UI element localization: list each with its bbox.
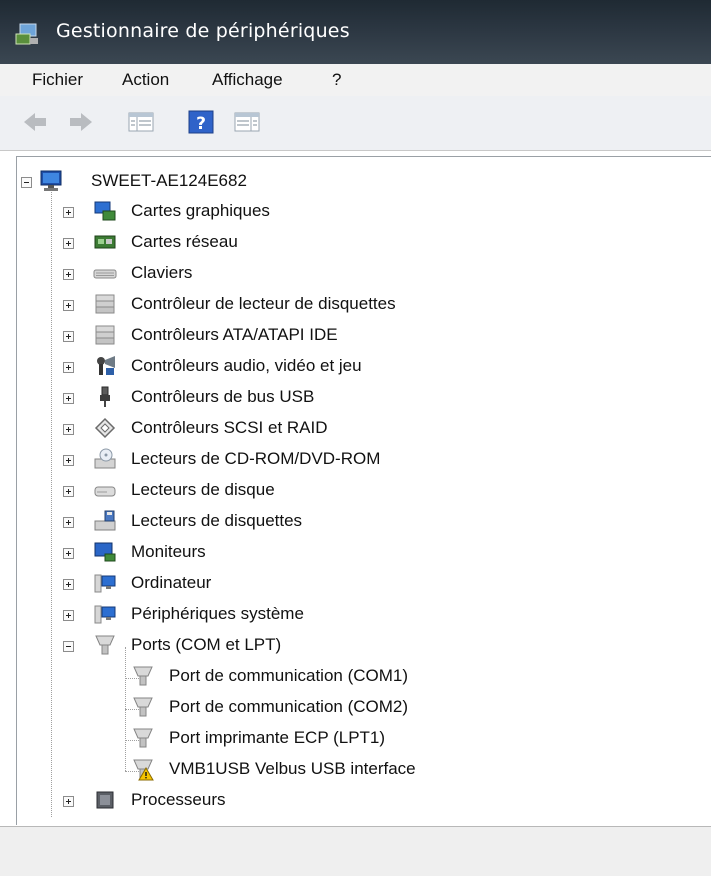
port-icon	[133, 728, 153, 748]
network-card-icon	[94, 235, 116, 249]
monitor-icon	[94, 542, 116, 562]
show-hide-console-tree-icon[interactable]	[126, 108, 156, 136]
tree-item-label: VMB1USB Velbus USB interface	[169, 759, 416, 778]
floppy-drive-icon	[94, 510, 116, 531]
usb-icon	[100, 386, 110, 407]
floppy-controller-icon	[95, 294, 115, 314]
computer-icon	[40, 170, 62, 191]
expand-icon[interactable]	[63, 207, 74, 218]
menu-bar: Fichier Action Affichage ?	[0, 64, 711, 96]
tree-item-scsi-raid[interactable]: Contrôleurs SCSI et RAID	[17, 414, 697, 444]
device-tree: SWEET-AE124E682 Cartes graphiques Cartes…	[16, 156, 711, 825]
tree-item-label: Ordinateur	[131, 573, 212, 592]
status-bar	[0, 826, 711, 876]
menu-help[interactable]: ?	[328, 68, 345, 92]
help-icon[interactable]: ?	[186, 108, 216, 136]
tree-item-label: Contrôleurs SCSI et RAID	[131, 418, 328, 437]
tree-item-ports[interactable]: Ports (COM et LPT)	[17, 631, 697, 661]
tree-item-label: Contrôleurs audio, vidéo et jeu	[131, 356, 362, 375]
menu-fichier[interactable]: Fichier	[28, 68, 87, 92]
expand-icon[interactable]	[63, 269, 74, 280]
tree-item-lecteurs-disque[interactable]: Lecteurs de disque	[17, 476, 697, 506]
ide-controller-icon	[95, 325, 115, 345]
show-hide-action-pane-icon[interactable]	[232, 108, 262, 136]
tree-item-cartes-reseau[interactable]: Cartes réseau	[17, 228, 697, 258]
tree-item-audio-video[interactable]: Contrôleurs audio, vidéo et jeu	[17, 352, 697, 382]
window-title: Gestionnaire de périphériques	[56, 20, 350, 42]
expand-icon[interactable]	[63, 517, 74, 528]
expand-icon[interactable]	[63, 300, 74, 311]
tree-item-label: Cartes graphiques	[131, 201, 270, 220]
menu-affichage[interactable]: Affichage	[208, 68, 287, 92]
tree-item-label: Lecteurs de disque	[131, 480, 275, 499]
tree-item-ordinateur[interactable]: Ordinateur	[17, 569, 697, 599]
expand-icon[interactable]	[63, 455, 74, 466]
expand-icon[interactable]	[63, 796, 74, 807]
tree-item-usb[interactable]: Contrôleurs de bus USB	[17, 383, 697, 413]
disk-drive-icon	[94, 486, 116, 497]
processor-icon	[96, 791, 114, 809]
expand-icon[interactable]	[63, 393, 74, 404]
tree-item-peripheriques-systeme[interactable]: Périphériques système	[17, 600, 697, 630]
toolbar: ?	[0, 96, 711, 151]
tree-item-com2[interactable]: Port de communication (COM2)	[17, 693, 697, 723]
tree-item-controleurs-ide[interactable]: Contrôleurs ATA/ATAPI IDE	[17, 321, 697, 351]
audio-video-icon	[97, 356, 115, 375]
tree-item-lpt1[interactable]: Port imprimante ECP (LPT1)	[17, 724, 697, 754]
expand-icon[interactable]	[63, 579, 74, 590]
tree-item-label: Lecteurs de disquettes	[131, 511, 303, 530]
port-icon	[95, 635, 115, 655]
tree-item-label: Contrôleur de lecteur de disquettes	[131, 294, 396, 313]
system-devices-icon	[94, 605, 116, 624]
collapse-icon[interactable]	[63, 641, 74, 652]
tree-item-controleur-disquettes[interactable]: Contrôleur de lecteur de disquettes	[17, 290, 697, 320]
keyboard-icon	[93, 269, 117, 279]
expand-icon[interactable]	[63, 548, 74, 559]
expand-icon[interactable]	[63, 362, 74, 373]
display-adapter-icon	[94, 201, 116, 221]
tree-item-label: Cartes réseau	[131, 232, 238, 251]
expand-icon[interactable]	[63, 610, 74, 621]
tree-item-label: Port de communication (COM2)	[169, 697, 409, 716]
tree-item-label: Périphériques système	[131, 604, 304, 623]
tree-root-label: SWEET-AE124E682	[91, 171, 247, 190]
tree-item-label: Ports (COM et LPT)	[131, 635, 282, 654]
tree-item-processeurs[interactable]: Processeurs	[17, 786, 697, 816]
tree-item-cartes-graphiques[interactable]: Cartes graphiques	[17, 197, 697, 227]
scsi-icon	[94, 417, 116, 439]
expand-icon[interactable]	[63, 331, 74, 342]
cdrom-icon	[94, 448, 116, 469]
collapse-icon[interactable]	[21, 177, 32, 188]
tree-item-moniteurs[interactable]: Moniteurs	[17, 538, 697, 568]
port-warning-icon	[133, 759, 154, 781]
svg-text:?: ?	[196, 114, 206, 134]
expand-icon[interactable]	[63, 238, 74, 249]
port-icon	[133, 666, 153, 686]
device-manager-window: Gestionnaire de périphériques Fichier Ac…	[0, 0, 711, 876]
tree-item-label: Processeurs	[131, 790, 226, 809]
tree-item-label: Lecteurs de CD-ROM/DVD-ROM	[131, 449, 381, 468]
tree-item-label: Contrôleurs de bus USB	[131, 387, 315, 406]
tree-item-label: Port de communication (COM1)	[169, 666, 409, 685]
menu-action[interactable]: Action	[118, 68, 173, 92]
tree-item-lecteurs-disquettes[interactable]: Lecteurs de disquettes	[17, 507, 697, 537]
tree-item-label: Claviers	[131, 263, 193, 282]
tree-item-cdrom[interactable]: Lecteurs de CD-ROM/DVD-ROM	[17, 445, 697, 475]
device-manager-icon	[15, 23, 38, 45]
tree-item-label: Moniteurs	[131, 542, 206, 561]
port-icon	[133, 697, 153, 717]
tree-item-vmb1usb[interactable]: VMB1USB Velbus USB interface	[17, 755, 697, 785]
tree-item-com1[interactable]: Port de communication (COM1)	[17, 662, 697, 692]
title-bar[interactable]: Gestionnaire de périphériques	[0, 0, 711, 64]
tree-item-label: Port imprimante ECP (LPT1)	[169, 728, 386, 747]
tree-item-claviers[interactable]: Claviers	[17, 259, 697, 289]
back-arrow-icon[interactable]	[20, 108, 50, 136]
expand-icon[interactable]	[63, 424, 74, 435]
forward-arrow-icon[interactable]	[66, 108, 96, 136]
tree-item-label: Contrôleurs ATA/ATAPI IDE	[131, 325, 338, 344]
computer-icon	[94, 574, 116, 593]
tree-root[interactable]: SWEET-AE124E682	[17, 167, 697, 197]
expand-icon[interactable]	[63, 486, 74, 497]
